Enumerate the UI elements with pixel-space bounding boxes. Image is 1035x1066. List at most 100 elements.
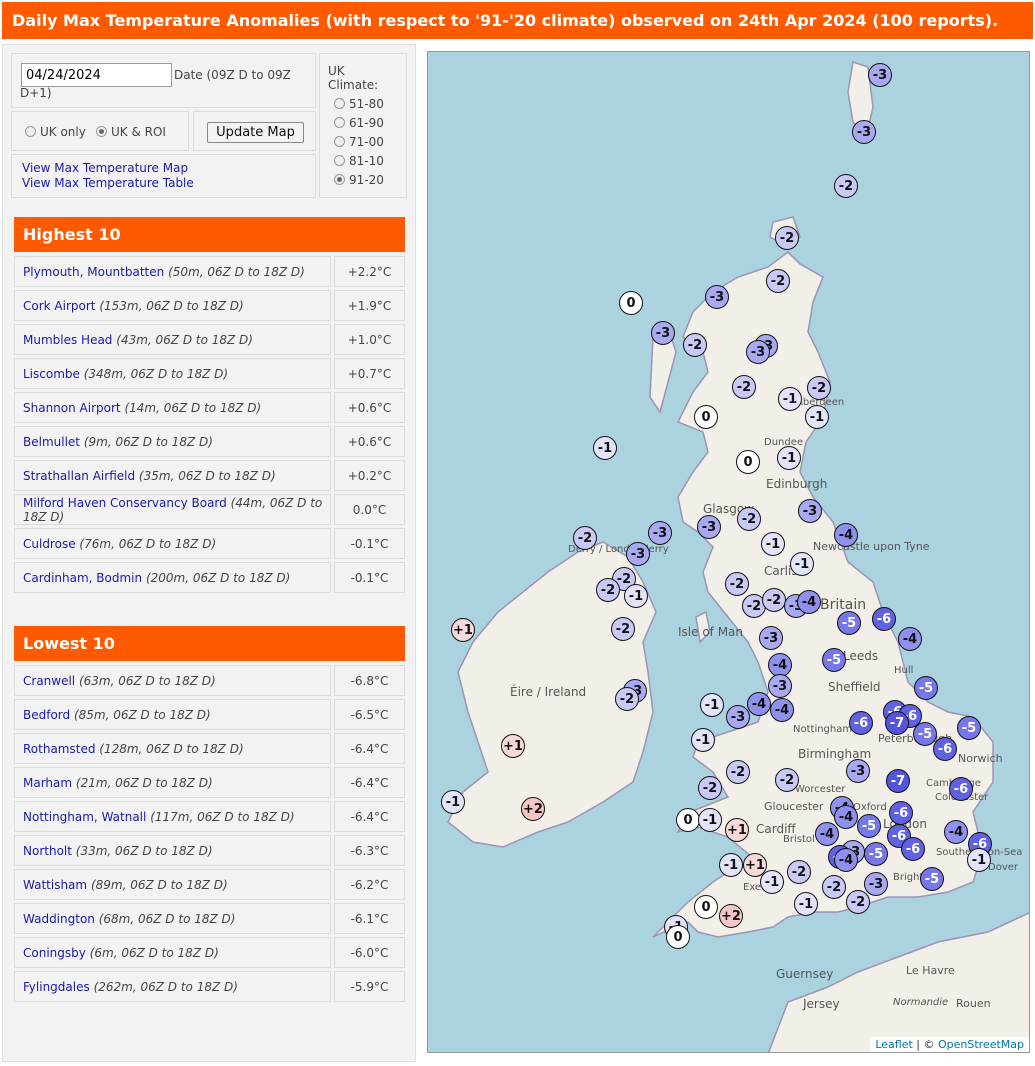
climate-option-51-80[interactable]: 51-80 bbox=[334, 97, 384, 111]
station-marker[interactable]: +1 bbox=[451, 618, 475, 642]
station-marker[interactable]: -1 bbox=[719, 853, 743, 877]
station-marker[interactable]: -1 bbox=[777, 446, 801, 470]
station-marker[interactable]: -3 bbox=[726, 705, 750, 729]
site-link[interactable]: Liscombe bbox=[23, 367, 80, 381]
station-marker[interactable]: -2 bbox=[726, 760, 750, 784]
station-marker[interactable]: -2 bbox=[683, 333, 707, 357]
climate-option-71-00[interactable]: 71-00 bbox=[334, 135, 384, 149]
station-marker[interactable]: -1 bbox=[700, 693, 724, 717]
climate-radio[interactable] bbox=[334, 136, 345, 147]
station-marker[interactable]: -4 bbox=[747, 692, 771, 716]
site-link[interactable]: Bedford bbox=[23, 708, 70, 722]
station-marker[interactable]: -1 bbox=[967, 848, 991, 872]
uk-only-option[interactable]: UK only bbox=[25, 125, 86, 139]
station-marker[interactable]: -2 bbox=[775, 768, 799, 792]
station-marker[interactable]: -6 bbox=[949, 777, 973, 801]
station-marker[interactable]: -4 bbox=[834, 848, 858, 872]
station-marker[interactable]: -5 bbox=[913, 722, 937, 746]
leaflet-link[interactable]: Leaflet bbox=[875, 1038, 912, 1051]
climate-option-81-10[interactable]: 81-10 bbox=[334, 154, 384, 168]
climate-option-91-20[interactable]: 91-20 bbox=[334, 173, 384, 187]
station-marker[interactable]: -1 bbox=[593, 436, 617, 460]
station-marker[interactable]: -3 bbox=[705, 285, 729, 309]
station-marker[interactable]: 0 bbox=[666, 925, 690, 949]
station-marker[interactable]: -2 bbox=[766, 269, 790, 293]
station-marker[interactable]: -2 bbox=[762, 588, 786, 612]
osm-link[interactable]: OpenStreetMap bbox=[938, 1038, 1024, 1051]
station-marker[interactable]: -3 bbox=[864, 872, 888, 896]
station-marker[interactable]: -3 bbox=[846, 759, 870, 783]
station-marker[interactable]: -4 bbox=[834, 523, 858, 547]
station-marker[interactable]: -1 bbox=[441, 790, 465, 814]
station-marker[interactable]: -2 bbox=[807, 376, 831, 400]
site-link[interactable]: Marham bbox=[23, 776, 72, 790]
station-marker[interactable]: -2 bbox=[732, 375, 756, 399]
site-link[interactable]: Shannon Airport bbox=[23, 401, 121, 415]
station-marker[interactable]: +1 bbox=[725, 818, 749, 842]
station-marker[interactable]: -3 bbox=[626, 542, 650, 566]
station-marker[interactable]: -2 bbox=[725, 572, 749, 596]
station-marker[interactable]: +1 bbox=[501, 734, 525, 758]
station-marker[interactable]: -4 bbox=[898, 627, 922, 651]
site-link[interactable]: Cork Airport bbox=[23, 299, 96, 313]
station-marker[interactable]: -2 bbox=[846, 890, 870, 914]
station-marker[interactable]: -5 bbox=[837, 611, 861, 635]
site-link[interactable]: Mumbles Head bbox=[23, 333, 112, 347]
station-marker[interactable]: -3 bbox=[798, 499, 822, 523]
station-marker[interactable]: -7 bbox=[885, 711, 909, 735]
station-marker[interactable]: -4 bbox=[944, 820, 968, 844]
site-link[interactable]: Waddington bbox=[23, 912, 95, 926]
site-link[interactable]: Fylingdales bbox=[23, 980, 90, 994]
site-link[interactable]: Milford Haven Conservancy Board bbox=[23, 496, 227, 510]
update-map-button[interactable]: Update Map bbox=[207, 122, 304, 143]
station-marker[interactable]: -5 bbox=[864, 842, 888, 866]
station-marker[interactable]: -2 bbox=[822, 875, 846, 899]
climate-radio-selected[interactable] bbox=[334, 174, 345, 185]
climate-option-61-90[interactable]: 61-90 bbox=[334, 116, 384, 130]
map-view[interactable]: Edinburgh Glasgow Newcastle upon Tyne Ca… bbox=[427, 51, 1030, 1053]
station-marker[interactable]: -5 bbox=[914, 676, 938, 700]
station-marker[interactable]: 0 bbox=[694, 405, 718, 429]
station-marker[interactable]: +2 bbox=[521, 797, 545, 821]
station-marker[interactable]: -4 bbox=[834, 805, 858, 829]
site-link[interactable]: Wattisham bbox=[23, 878, 87, 892]
climate-radio[interactable] bbox=[334, 155, 345, 166]
climate-radio[interactable] bbox=[334, 117, 345, 128]
station-marker[interactable]: -1 bbox=[624, 584, 648, 608]
station-marker[interactable]: -2 bbox=[611, 617, 635, 641]
station-marker[interactable]: -1 bbox=[778, 387, 802, 411]
station-marker[interactable]: -3 bbox=[648, 521, 672, 545]
uk-roi-radio[interactable] bbox=[96, 126, 107, 137]
site-link[interactable]: Cranwell bbox=[23, 674, 75, 688]
station-marker[interactable]: -2 bbox=[737, 507, 761, 531]
station-marker[interactable]: -6 bbox=[933, 737, 957, 761]
station-marker[interactable]: -5 bbox=[920, 867, 944, 891]
station-marker[interactable]: -3 bbox=[768, 674, 792, 698]
site-link[interactable]: Plymouth, Mountbatten bbox=[23, 265, 164, 279]
station-marker[interactable]: -4 bbox=[797, 590, 821, 614]
site-link[interactable]: Coningsby bbox=[23, 946, 86, 960]
station-marker[interactable]: +2 bbox=[719, 904, 743, 928]
site-link[interactable]: Nottingham, Watnall bbox=[23, 810, 146, 824]
view-table-link[interactable]: View Max Temperature Table bbox=[22, 176, 194, 190]
station-marker[interactable]: -5 bbox=[822, 648, 846, 672]
station-marker[interactable]: -6 bbox=[872, 607, 896, 631]
site-link[interactable]: Cardinham, Bodmin bbox=[23, 571, 142, 585]
station-marker[interactable]: -2 bbox=[573, 526, 597, 550]
station-marker[interactable]: -1 bbox=[760, 870, 784, 894]
site-link[interactable]: Northolt bbox=[23, 844, 72, 858]
station-marker[interactable]: 0 bbox=[676, 808, 700, 832]
station-marker[interactable]: -1 bbox=[698, 808, 722, 832]
station-marker[interactable]: -4 bbox=[815, 822, 839, 846]
station-marker[interactable]: -5 bbox=[857, 814, 881, 838]
station-marker[interactable]: -1 bbox=[805, 405, 829, 429]
station-marker[interactable]: -1 bbox=[691, 728, 715, 752]
station-marker[interactable]: 0 bbox=[619, 291, 643, 315]
station-marker[interactable]: -2 bbox=[834, 174, 858, 198]
view-map-link[interactable]: View Max Temperature Map bbox=[22, 161, 188, 175]
station-marker[interactable]: -2 bbox=[698, 776, 722, 800]
station-marker[interactable]: -2 bbox=[775, 226, 799, 250]
station-marker[interactable]: -3 bbox=[697, 515, 721, 539]
station-marker[interactable]: -1 bbox=[790, 552, 814, 576]
site-link[interactable]: Strathallan Airfield bbox=[23, 469, 135, 483]
